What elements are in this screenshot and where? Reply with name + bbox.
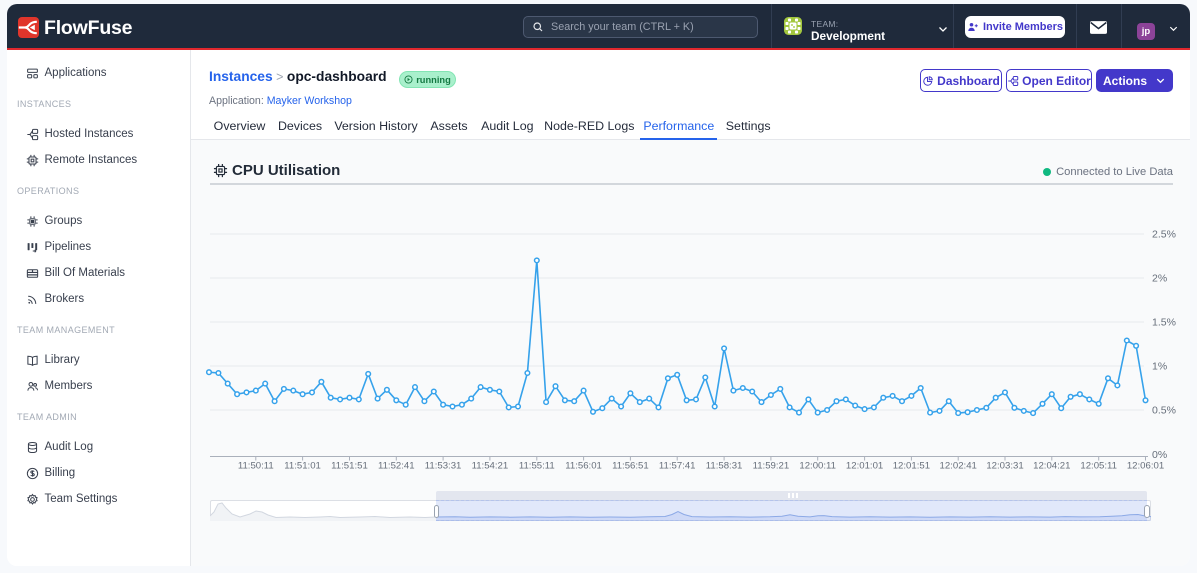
svg-text:12:00:11: 12:00:11 (799, 461, 836, 472)
svg-text:1%: 1% (1152, 361, 1167, 373)
svg-text:11:56:01: 11:56:01 (565, 461, 602, 472)
svg-text:12:01:01: 12:01:01 (846, 461, 883, 472)
svg-text:11:55:11: 11:55:11 (519, 461, 555, 472)
svg-text:12:05:11: 12:05:11 (1080, 461, 1117, 472)
svg-text:11:51:01: 11:51:01 (284, 461, 321, 472)
svg-text:12:06:01: 12:06:01 (1127, 461, 1164, 472)
svg-text:0.5%: 0.5% (1152, 405, 1176, 417)
svg-text:2%: 2% (1152, 273, 1167, 285)
svg-text:12:04:21: 12:04:21 (1033, 461, 1070, 472)
svg-text:11:57:41: 11:57:41 (659, 461, 696, 472)
svg-text:12:02:41: 12:02:41 (940, 461, 977, 472)
svg-text:11:54:21: 11:54:21 (472, 461, 509, 472)
svg-text:1.5%: 1.5% (1152, 317, 1176, 329)
svg-text:2.5%: 2.5% (1152, 229, 1176, 241)
svg-text:11:51:51: 11:51:51 (331, 461, 368, 472)
svg-text:12:01:51: 12:01:51 (893, 461, 930, 472)
svg-text:11:53:31: 11:53:31 (425, 461, 462, 472)
svg-text:11:58:31: 11:58:31 (706, 461, 743, 472)
svg-text:11:59:21: 11:59:21 (753, 461, 790, 472)
svg-text:11:56:51: 11:56:51 (612, 461, 649, 472)
svg-text:11:52:41: 11:52:41 (378, 461, 415, 472)
svg-text:12:03:31: 12:03:31 (986, 461, 1023, 472)
svg-text:11:50:11: 11:50:11 (238, 461, 274, 472)
svg-text:0%: 0% (1152, 449, 1167, 461)
